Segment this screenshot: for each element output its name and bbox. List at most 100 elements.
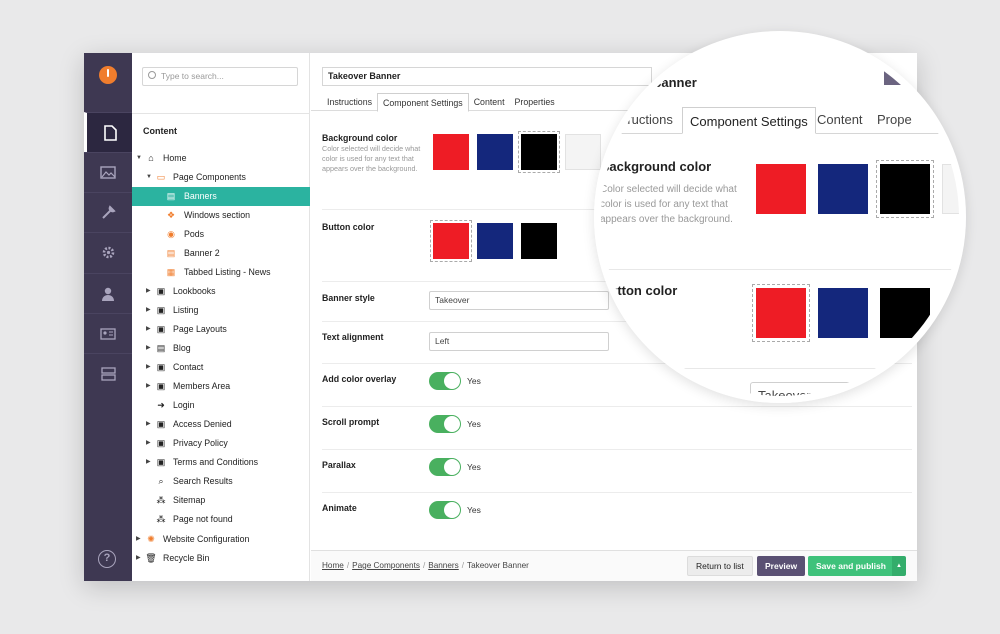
- arrow-right-icon: ➜: [157, 400, 165, 410]
- magnifier-zoom: Banner nstructions Component Settings Co…: [594, 31, 966, 403]
- page-icon: ▣: [156, 438, 166, 448]
- sitemap-icon: ⁂: [156, 495, 166, 505]
- tree-item-sitemap[interactable]: ⁂ Sitemap: [146, 491, 306, 510]
- tree-heading: Content: [143, 126, 177, 136]
- save-and-publish-button[interactable]: Save and publish: [808, 556, 892, 576]
- zoom-btn-swatch-navy: [818, 288, 868, 338]
- bg-swatch-red[interactable]: [433, 134, 469, 170]
- tree-item-page-components[interactable]: ▼ ▭ Page Components: [146, 168, 306, 187]
- tree-item-contact[interactable]: ▶ ▣ Contact: [146, 358, 306, 377]
- tree-item-banners[interactable]: ▤ Banners: [132, 187, 310, 206]
- zoom-dropdown-button: [884, 67, 906, 85]
- parallax-value: Yes: [467, 462, 481, 472]
- tree-item-recycle-bin[interactable]: ▶ 🗑 Recycle Bin: [136, 549, 306, 568]
- editor-footer: Home / Page Components / Banners / Takeover Ba…: [311, 550, 917, 581]
- return-to-list-button[interactable]: Return to list: [687, 556, 753, 576]
- contact-card-icon[interactable]: [84, 313, 132, 353]
- gear-icon[interactable]: [84, 232, 132, 272]
- breadcrumb-home[interactable]: Home: [322, 561, 344, 570]
- editor-tabs: Instructions Component Settings Content …: [322, 93, 560, 112]
- scroll-prompt-label: Scroll prompt: [322, 417, 380, 427]
- help-icon[interactable]: ?: [98, 550, 116, 568]
- wrench-icon[interactable]: [84, 192, 132, 232]
- tree-item-tabbed-listing-news[interactable]: ▦ Tabbed Listing - News: [132, 263, 310, 282]
- zoom-background-color-label: Background color: [600, 159, 712, 174]
- banner-style-label: Banner style: [322, 293, 375, 303]
- divider: [132, 113, 310, 114]
- scroll-prompt-row: Scroll prompt Yes: [322, 407, 912, 450]
- sitemap-icon: ⁂: [156, 514, 166, 524]
- home-icon: ⌂: [148, 153, 154, 163]
- pod-icon: ◉: [167, 229, 175, 239]
- parallax-toggle[interactable]: [429, 458, 461, 476]
- breadcrumb-page-components[interactable]: Page Components: [352, 561, 420, 570]
- btn-swatch-red[interactable]: [430, 220, 472, 262]
- page-icon[interactable]: [84, 112, 132, 152]
- trash-icon: 🗑: [145, 553, 157, 563]
- tree-item-login[interactable]: ➜ Login: [146, 396, 306, 415]
- btn-swatch-navy[interactable]: [477, 223, 513, 259]
- background-color-description: Color selected will decide what color is…: [322, 144, 421, 173]
- btn-swatch-black[interactable]: [521, 223, 557, 259]
- zoom-btn-swatch-black: [880, 288, 930, 338]
- animate-toggle[interactable]: [429, 501, 461, 519]
- tree-item-access-denied[interactable]: ▶ ▣ Access Denied: [146, 415, 306, 434]
- bg-swatch-black[interactable]: [518, 131, 560, 173]
- tree-item-lookbooks[interactable]: ▶ ▣ Lookbooks: [146, 282, 306, 301]
- scroll-prompt-toggle[interactable]: [429, 415, 461, 433]
- zoom-bg-swatch-white: [942, 164, 959, 214]
- zoom-btn-swatch-red: [752, 284, 810, 342]
- tree-item-listing[interactable]: ▶ ▣ Listing: [146, 301, 306, 320]
- zoom-title: Banner: [652, 75, 697, 90]
- layout-icon[interactable]: [84, 353, 132, 393]
- tree-item-members-area[interactable]: ▶ ▣ Members Area: [146, 377, 306, 396]
- color-overlay-toggle[interactable]: [429, 372, 461, 390]
- content-tree-panel: Type to search... Content ▼ ⌂ Home ▼ ▭ P…: [132, 53, 310, 581]
- zoom-tab-instructions: nstructions: [610, 112, 673, 127]
- blog-icon: ▤: [156, 343, 166, 353]
- page-icon: ▣: [156, 457, 166, 467]
- tab-component-settings[interactable]: Component Settings: [376, 93, 469, 112]
- preview-button[interactable]: Preview: [757, 556, 806, 576]
- bg-swatch-navy[interactable]: [477, 134, 513, 170]
- tree-item-windows-section[interactable]: ❖ Windows section: [132, 206, 310, 225]
- image-icon[interactable]: [84, 152, 132, 192]
- tree-item-terms-and-conditions[interactable]: ▶ ▣ Terms and Conditions: [146, 453, 306, 472]
- zoom-background-color-description: Color selected will decide what color is…: [600, 184, 737, 225]
- tree-item-home[interactable]: ▼ ⌂ Home: [136, 149, 306, 168]
- user-icon[interactable]: [84, 273, 132, 313]
- search-input[interactable]: Type to search...: [142, 67, 298, 86]
- breadcrumb: Home / Page Components / Banners / Takeover Ba…: [322, 561, 529, 570]
- zoom-tab-component-settings: Component Settings: [682, 107, 816, 134]
- page-icon: ▣: [156, 286, 166, 296]
- breadcrumb-current: Takeover Banner: [467, 561, 529, 570]
- text-alignment-select[interactable]: Left: [429, 332, 609, 351]
- tab-properties[interactable]: Properties: [510, 93, 560, 112]
- banner-style-select[interactable]: Takeover: [429, 291, 609, 310]
- tab-content[interactable]: Content: [469, 93, 510, 112]
- tree-item-blog[interactable]: ▶ ▤ Blog: [146, 339, 306, 358]
- search-placeholder: Type to search...: [161, 71, 224, 81]
- tree-item-banner-2[interactable]: ▤ Banner 2: [132, 244, 310, 263]
- zoom-bg-swatch-navy: [818, 164, 868, 214]
- banner-icon: ▤: [166, 191, 176, 201]
- tree-item-website-configuration[interactable]: ▶ ✺ Website Configuration: [136, 530, 306, 549]
- gear-icon: ✺: [147, 534, 155, 544]
- tree-item-pods[interactable]: ◉ Pods: [132, 225, 310, 244]
- breadcrumb-banners[interactable]: Banners: [428, 561, 459, 570]
- parallax-row: Parallax Yes: [322, 450, 912, 493]
- color-overlay-label: Add color overlay: [322, 374, 397, 384]
- logo-icon[interactable]: [99, 66, 117, 84]
- page-icon: ▣: [156, 305, 166, 315]
- tree-item-privacy-policy[interactable]: ▶ ▣ Privacy Policy: [146, 434, 306, 453]
- tree-item-page-not-found[interactable]: ⁂ Page not found: [146, 510, 306, 529]
- tabbed-icon: ▦: [166, 267, 176, 277]
- tab-instructions[interactable]: Instructions: [322, 93, 377, 112]
- publish-options-chevron-icon[interactable]: ▲: [892, 556, 906, 576]
- tree-item-search-results[interactable]: ⌕ Search Results: [146, 472, 306, 491]
- bg-swatch-white[interactable]: [565, 134, 601, 170]
- tree-item-page-layouts[interactable]: ▶ ▣ Page Layouts: [146, 320, 306, 339]
- button-color-label: Button color: [322, 222, 375, 232]
- component-icon: ❖: [166, 210, 176, 220]
- zoom-tab-properties: Prope: [877, 112, 912, 127]
